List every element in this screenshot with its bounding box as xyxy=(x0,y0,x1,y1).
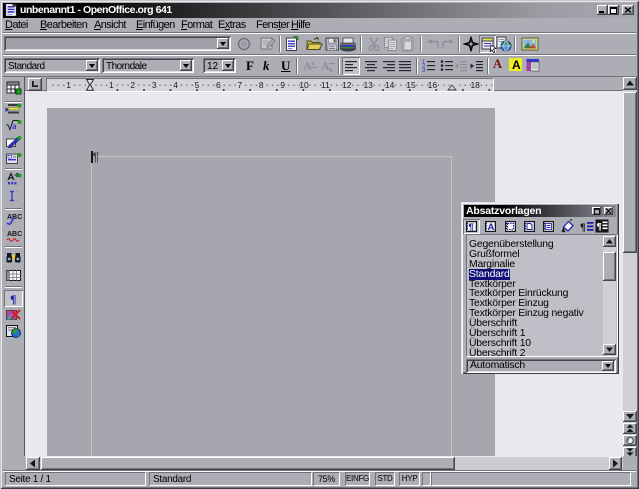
svg-text:4: 4 xyxy=(173,80,178,90)
svg-text:16: 16 xyxy=(428,80,438,90)
svg-text:12: 12 xyxy=(342,80,352,90)
svg-text:a: a xyxy=(12,121,17,131)
svg-text:1: 1 xyxy=(109,80,114,90)
svg-text:5: 5 xyxy=(195,80,200,90)
svg-text:¶: ¶ xyxy=(468,222,473,232)
svg-text:3: 3 xyxy=(152,80,157,90)
svg-text:2: 2 xyxy=(130,80,135,90)
svg-text:x: x xyxy=(311,59,315,68)
svg-text:3: 3 xyxy=(422,68,426,74)
svg-text:10: 10 xyxy=(299,80,309,90)
svg-text:1: 1 xyxy=(66,80,71,90)
svg-text:11: 11 xyxy=(321,80,330,90)
svg-text:13: 13 xyxy=(363,80,373,90)
svg-text:14: 14 xyxy=(385,80,395,90)
svg-text:A: A xyxy=(488,222,495,232)
svg-text:7: 7 xyxy=(237,80,242,90)
svg-text:6: 6 xyxy=(216,80,221,90)
svg-text:¶: ¶ xyxy=(597,223,602,233)
svg-text:¶: ¶ xyxy=(10,292,16,306)
svg-text:ABC: ABC xyxy=(7,231,22,238)
svg-text:9: 9 xyxy=(280,80,285,90)
svg-text:18: 18 xyxy=(470,80,480,90)
svg-text:¶: ¶ xyxy=(580,223,586,234)
svg-text:15: 15 xyxy=(406,80,416,90)
svg-text:x: x xyxy=(329,65,333,73)
svg-text:8: 8 xyxy=(259,80,264,90)
